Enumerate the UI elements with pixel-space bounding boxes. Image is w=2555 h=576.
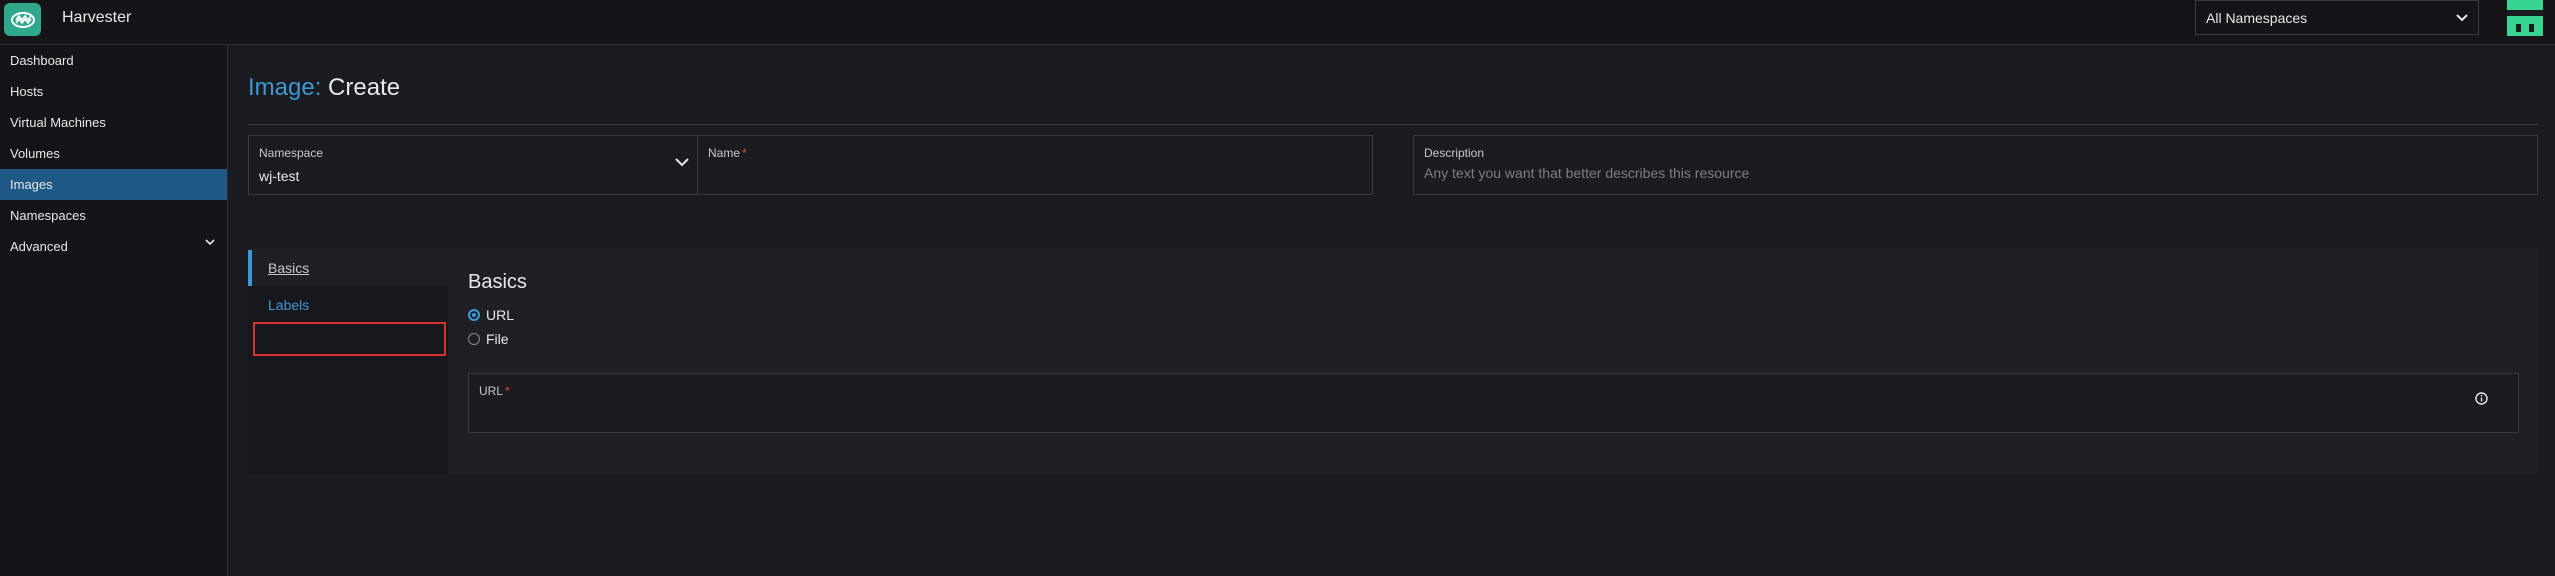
sidebar-item-virtual-machines[interactable]: Virtual Machines <box>0 107 227 138</box>
sidebar: Dashboard Hosts Virtual Machines Volumes… <box>0 45 228 576</box>
tab-basics[interactable]: Basics <box>248 250 448 286</box>
radio-file[interactable]: File <box>468 331 509 347</box>
namespace-filter-select[interactable]: All Namespaces <box>2195 0 2479 35</box>
breadcrumb-image[interactable]: Image: <box>248 74 321 101</box>
tabs-panel <box>248 248 2538 473</box>
chevron-down-icon <box>675 158 689 167</box>
sidebar-item-label: Images <box>10 177 53 192</box>
namespace-filter-value: All Namespaces <box>2206 9 2308 26</box>
top-header: Harvester All Namespaces <box>0 0 2555 45</box>
avatar[interactable] <box>2507 0 2543 36</box>
sidebar-item-namespaces[interactable]: Namespaces <box>0 200 227 231</box>
sidebar-item-volumes[interactable]: Volumes <box>0 138 227 169</box>
radio-unselected-icon <box>468 333 480 345</box>
app-name: Harvester <box>62 9 132 26</box>
name-input[interactable]: Name * <box>697 135 1373 195</box>
name-label: Name * <box>708 146 747 160</box>
url-input[interactable]: URL * <box>468 373 2519 433</box>
namespace-value: wj-test <box>259 168 300 184</box>
page-title: Image: Create <box>248 74 400 102</box>
sidebar-item-dashboard[interactable]: Dashboard <box>0 45 227 76</box>
sidebar-item-advanced[interactable]: Advanced <box>0 231 227 262</box>
required-marker: * <box>742 146 747 160</box>
page-title-text: Create <box>328 74 401 101</box>
radio-label: File <box>486 331 509 347</box>
radio-label: URL <box>486 307 515 323</box>
highlight-box <box>253 322 446 356</box>
divider <box>248 124 2538 125</box>
namespace-select[interactable]: Namespace wj-test <box>248 135 698 195</box>
url-label-text: URL <box>479 384 504 398</box>
sidebar-item-label: Dashboard <box>10 53 74 68</box>
chevron-down-icon <box>205 239 215 246</box>
name-label-text: Name <box>708 146 741 160</box>
required-marker: * <box>505 384 510 398</box>
chevron-down-icon <box>2456 13 2468 21</box>
description-placeholder: Any text you want that better describes … <box>1424 165 1750 181</box>
sidebar-item-label: Hosts <box>10 84 44 99</box>
namespace-label: Namespace <box>259 146 324 160</box>
sidebar-item-label: Volumes <box>10 146 60 161</box>
sidebar-item-label: Advanced <box>10 239 68 254</box>
tab-labels[interactable]: Labels <box>248 290 448 320</box>
sidebar-item-images[interactable]: Images <box>0 169 227 200</box>
description-input[interactable]: Description Any text you want that bette… <box>1413 135 2538 195</box>
radio-selected-icon <box>468 309 480 321</box>
description-label: Description <box>1424 146 1485 160</box>
url-label: URL * <box>479 384 510 398</box>
info-icon[interactable] <box>2475 392 2488 405</box>
sidebar-item-label: Namespaces <box>10 208 86 223</box>
section-title: Basics <box>468 271 527 293</box>
sidebar-item-label: Virtual Machines <box>10 115 106 130</box>
harvester-logo-icon[interactable] <box>4 3 41 36</box>
sidebar-item-hosts[interactable]: Hosts <box>0 76 227 107</box>
radio-url[interactable]: URL <box>468 307 514 323</box>
